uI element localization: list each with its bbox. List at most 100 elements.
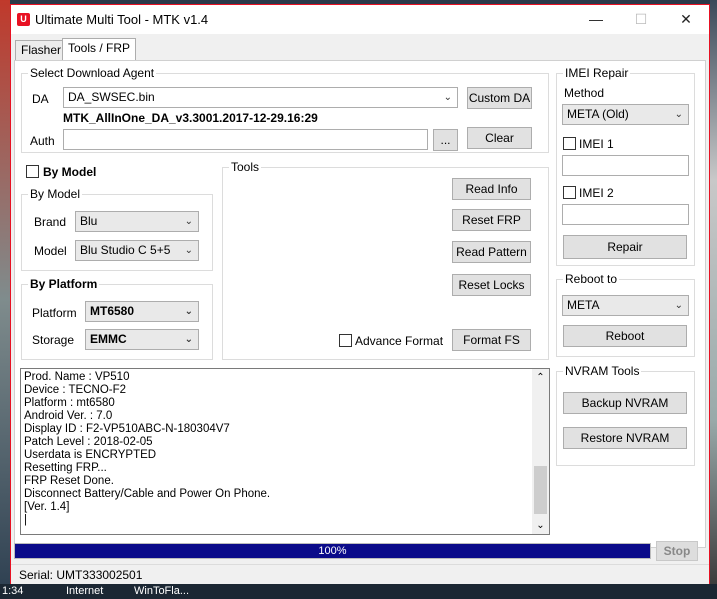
reset-frp-button[interactable]: Reset FRP <box>452 209 531 231</box>
desktop-label-internet[interactable]: Internet <box>66 585 103 597</box>
log-line: FRP Reset Done. <box>24 475 114 487</box>
log-line: Device : TECNO-F2 <box>24 384 127 396</box>
advance-format-label: Advance Format <box>355 334 444 348</box>
download-agent-group: Select Download Agent DA DA_SWSEC.bin ⌄ … <box>21 66 549 153</box>
log-lines: Prod. Name : VP510 Device : TECNO-F2 Platf… <box>24 371 529 527</box>
log-line: Resetting FRP... <box>24 462 107 474</box>
close-button[interactable]: ✕ <box>663 5 709 34</box>
nvram-group: NVRAM Tools Backup NVRAM Restore NVRAM <box>556 364 695 466</box>
maximize-button[interactable]: ☐ <box>618 5 664 34</box>
by-platform-group: By Platform Platform MT6580 ⌄ Storage EM… <box>21 277 213 360</box>
da-select-value: DA_SWSEC.bin <box>68 90 155 104</box>
storage-select-value: EMMC <box>90 332 127 346</box>
reboot-legend: Reboot to <box>563 272 620 286</box>
model-select[interactable]: Blu Studio C 5+5 ⌄ <box>75 240 199 261</box>
imei-repair-button[interactable]: Repair <box>563 235 687 259</box>
progress-bar: 100% <box>14 543 651 559</box>
chevron-down-icon: ⌄ <box>674 300 683 311</box>
da-label: DA <box>32 92 49 106</box>
log-line: | <box>24 514 27 526</box>
stop-button[interactable]: Stop <box>656 541 698 561</box>
da-select[interactable]: DA_SWSEC.bin ⌄ <box>63 87 458 108</box>
chevron-down-icon: ⌄ <box>184 216 193 227</box>
chevron-down-icon: ⌄ <box>184 306 193 317</box>
by-model-group: By Model Brand Blu ⌄ Model Blu Studio C … <box>21 187 213 271</box>
chevron-down-icon: ⌄ <box>184 245 193 256</box>
chevron-up-icon[interactable]: ⌃ <box>532 369 549 386</box>
by-platform-legend: By Platform <box>28 277 100 291</box>
backup-nvram-button[interactable]: Backup NVRAM <box>563 392 687 414</box>
log-output[interactable]: Prod. Name : VP510 Device : TECNO-F2 Platf… <box>20 368 550 535</box>
auth-browse-button[interactable]: ... <box>433 129 458 151</box>
storage-select[interactable]: EMMC ⌄ <box>85 329 199 350</box>
desktop-background-left <box>0 0 10 599</box>
log-line: Patch Level : 2018-02-05 <box>24 436 153 448</box>
tools-legend: Tools <box>229 160 262 174</box>
app-window: U Ultimate Multi Tool - MTK v1.4 — ☐ ✕ F… <box>10 4 710 584</box>
scrollbar-thumb[interactable] <box>534 466 547 514</box>
model-label: Model <box>34 244 67 258</box>
desktop-icon-labels: 1:34 Internet WinToFla... <box>0 584 717 599</box>
log-line: Android Ver. : 7.0 <box>24 410 113 422</box>
storage-label: Storage <box>32 333 75 347</box>
imei-method-value: META (Old) <box>567 107 629 121</box>
brand-select[interactable]: Blu ⌄ <box>75 211 199 232</box>
reboot-mode-value: META <box>567 298 600 312</box>
clear-button[interactable]: Clear <box>467 127 532 149</box>
da-file-name: MTK_AllInOne_DA_v3.3001.2017-12-29.16:29 <box>63 111 318 125</box>
by-model-checkbox[interactable] <box>26 165 39 178</box>
imei-repair-group: IMEI Repair Method META (Old) ⌄ IMEI 1 I… <box>556 66 695 266</box>
restore-nvram-button[interactable]: Restore NVRAM <box>563 427 687 449</box>
platform-select-value: MT6580 <box>90 304 135 318</box>
imei2-label: IMEI 2 <box>579 186 614 200</box>
log-scrollbar[interactable]: ⌃ ⌄ <box>532 369 549 534</box>
serial-text: Serial: UMT333002501 <box>19 568 143 582</box>
model-select-value: Blu Studio C 5+5 <box>80 243 171 257</box>
chevron-down-icon: ⌄ <box>674 109 683 120</box>
advance-format-checkbox[interactable] <box>339 334 352 347</box>
nvram-legend: NVRAM Tools <box>563 364 642 378</box>
reboot-button[interactable]: Reboot <box>563 325 687 347</box>
read-info-button[interactable]: Read Info <box>452 178 531 200</box>
log-line: Disconnect Battery/Cable and Power On Ph… <box>24 488 271 500</box>
download-agent-legend: Select Download Agent <box>28 66 157 80</box>
title-bar[interactable]: U Ultimate Multi Tool - MTK v1.4 — ☐ ✕ <box>11 5 709 34</box>
desktop-label-wintoflash[interactable]: WinToFla... <box>134 585 189 597</box>
chevron-down-icon[interactable]: ⌄ <box>532 517 549 534</box>
log-line: [Ver. 1.4] <box>24 501 70 513</box>
custom-da-button[interactable]: Custom DA <box>467 87 532 109</box>
imei1-checkbox[interactable] <box>563 137 576 150</box>
tools-group: Tools Read Info Reset FRP Read Pattern R… <box>222 160 549 360</box>
imei-repair-legend: IMEI Repair <box>563 66 631 80</box>
by-model-legend: By Model <box>28 187 83 201</box>
method-label: Method <box>564 86 605 100</box>
desktop-background-right <box>710 0 717 599</box>
log-line: Display ID : F2-VP510ABC-N-180304V7 <box>24 423 230 435</box>
platform-select[interactable]: MT6580 ⌄ <box>85 301 199 322</box>
tab-tools-frp[interactable]: Tools / FRP <box>62 38 137 60</box>
desktop-label-time: 1:34 <box>2 585 24 597</box>
progress-label: 100% <box>318 545 347 557</box>
format-fs-button[interactable]: Format FS <box>452 329 531 351</box>
reboot-mode-select[interactable]: META ⌄ <box>562 295 689 316</box>
auth-label: Auth <box>30 134 55 148</box>
log-line: Platform : mt6580 <box>24 397 115 409</box>
chevron-down-icon: ⌄ <box>184 334 193 345</box>
reset-locks-button[interactable]: Reset Locks <box>452 274 531 296</box>
imei2-input[interactable] <box>562 204 689 225</box>
by-model-checkbox-label: By Model <box>43 165 97 179</box>
auth-input[interactable] <box>63 129 428 150</box>
brand-select-value: Blu <box>80 214 98 228</box>
imei1-label: IMEI 1 <box>579 137 614 151</box>
read-pattern-button[interactable]: Read Pattern <box>452 241 531 263</box>
tab-flasher[interactable]: Flasher <box>15 40 68 60</box>
status-bar: Serial: UMT333002501 <box>11 564 709 584</box>
imei-method-select[interactable]: META (Old) ⌄ <box>562 104 689 125</box>
imei2-checkbox[interactable] <box>563 186 576 199</box>
imei1-input[interactable] <box>562 155 689 176</box>
platform-label: Platform <box>32 306 77 320</box>
minimize-button[interactable]: — <box>573 5 619 34</box>
chevron-down-icon: ⌄ <box>443 92 452 103</box>
brand-label: Brand <box>34 215 67 229</box>
log-line: Prod. Name : VP510 <box>24 371 130 383</box>
